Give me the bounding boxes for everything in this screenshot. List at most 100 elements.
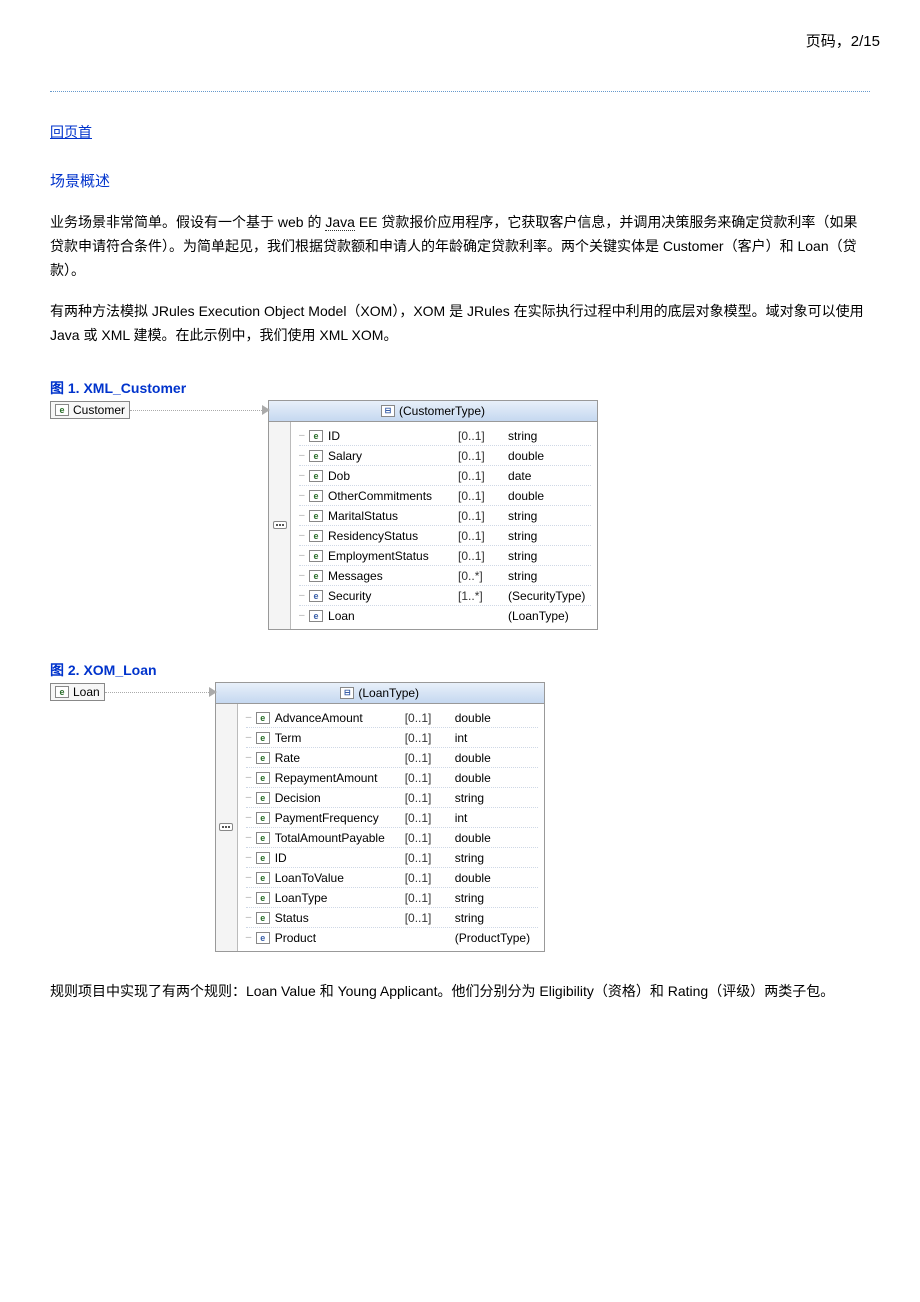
element-icon: e: [256, 732, 270, 744]
tree-branch-icon: –: [299, 531, 309, 541]
tree-branch-icon: –: [246, 733, 256, 743]
tree-branch-icon: –: [246, 913, 256, 923]
content-area: 回页首 场景概述 业务场景非常简单。假设有一个基于 web 的 Java EE …: [0, 122, 920, 1004]
schema-field-row: –eStatus[0..1]string: [246, 908, 538, 928]
field-type: string: [508, 509, 591, 523]
tree-branch-icon: –: [246, 853, 256, 863]
element-icon: e: [55, 686, 69, 698]
schema-field-row: –eResidencyStatus[0..1]string: [299, 526, 591, 546]
element-icon: e: [309, 450, 323, 462]
field-cardinality: [0..1]: [405, 751, 455, 765]
field-name: TotalAmountPayable: [275, 831, 405, 845]
field-cardinality: [0..1]: [405, 731, 455, 745]
field-type: double: [508, 489, 591, 503]
field-cardinality: [0..1]: [405, 791, 455, 805]
schema-field-row: –eLoan(LoanType): [299, 606, 591, 625]
schema-field-row: –eOtherCommitments[0..1]double: [299, 486, 591, 506]
figure1-root-element: e Customer: [50, 401, 130, 419]
field-name: PaymentFrequency: [275, 811, 405, 825]
section-heading: 场景概述: [50, 170, 870, 191]
tree-branch-icon: –: [246, 873, 256, 883]
figure2-type-header: ⊟ (LoanType): [216, 683, 544, 704]
field-name: MaritalStatus: [328, 509, 458, 523]
field-name: Dob: [328, 469, 458, 483]
schema-field-row: –e MaritalStatus[0..1]string: [299, 506, 591, 526]
figure2-diagram: e Loan ⊟ (LoanType) –eAdvanceAmount[0..1…: [50, 682, 870, 952]
element-icon: e: [256, 872, 270, 884]
schema-field-row: –eMessages[0..*]string: [299, 566, 591, 586]
element-icon: e: [256, 912, 270, 924]
schema-field-row: –eSecurity[1..*](SecurityType): [299, 586, 591, 606]
element-icon: e: [256, 792, 270, 804]
type-icon: ⊟: [340, 687, 354, 699]
field-cardinality: [0..1]: [405, 811, 455, 825]
field-type: double: [455, 831, 538, 845]
figure2-type-table: ⊟ (LoanType) –eAdvanceAmount[0..1]double…: [215, 682, 545, 952]
field-name: AdvanceAmount: [275, 711, 405, 725]
field-cardinality: [0..1]: [405, 911, 455, 925]
schema-field-row: –eTerm[0..1]int: [246, 728, 538, 748]
field-type: double: [455, 771, 538, 785]
element-icon: e: [55, 404, 69, 416]
schema-field-row: –eRepaymentAmount[0..1]double: [246, 768, 538, 788]
tree-branch-icon: –: [299, 551, 309, 561]
field-name: RepaymentAmount: [275, 771, 405, 785]
tree-branch-icon: –: [299, 591, 309, 601]
field-name: LoanType: [275, 891, 405, 905]
element-icon: e: [309, 550, 323, 562]
element-icon: e: [256, 892, 270, 904]
element-icon: e: [309, 490, 323, 502]
element-icon: e: [256, 832, 270, 844]
field-type: (SecurityType): [508, 589, 591, 603]
tree-branch-icon: –: [246, 933, 256, 943]
field-type: int: [455, 811, 538, 825]
field-cardinality: [0..1]: [405, 871, 455, 885]
schema-field-row: –eDob[0..1]date: [299, 466, 591, 486]
field-name: Security: [328, 589, 458, 603]
element-icon: e: [256, 712, 270, 724]
tree-branch-icon: –: [246, 893, 256, 903]
tree-branch-icon: –: [246, 793, 256, 803]
figure2-caption: 图 2. XOM_Loan: [50, 660, 870, 680]
field-cardinality: [0..1]: [405, 891, 455, 905]
field-name: Decision: [275, 791, 405, 805]
back-to-top-link[interactable]: 回页首: [50, 122, 92, 142]
field-type: double: [455, 751, 538, 765]
schema-field-row: –eEmploymentStatus[0..1]string: [299, 546, 591, 566]
paragraph-2: 有两种方法模拟 JRules Execution Object Model（XO…: [50, 300, 870, 348]
field-cardinality: [0..1]: [458, 549, 508, 563]
field-cardinality: [0..1]: [458, 509, 508, 523]
field-type: string: [508, 569, 591, 583]
schema-field-row: –eAdvanceAmount[0..1]double: [246, 708, 538, 728]
schema-field-row: –eDecision[0..1]string: [246, 788, 538, 808]
field-name: ID: [275, 851, 405, 865]
element-ref-icon: e: [256, 932, 270, 944]
element-icon: e: [256, 752, 270, 764]
field-type: string: [455, 851, 538, 865]
field-cardinality: [0..1]: [458, 469, 508, 483]
tree-branch-icon: –: [299, 471, 309, 481]
element-icon: e: [309, 530, 323, 542]
schema-field-row: –eSalary[0..1]double: [299, 446, 591, 466]
field-type: date: [508, 469, 591, 483]
field-cardinality: [0..1]: [405, 831, 455, 845]
element-icon: e: [309, 510, 323, 522]
field-name: Status: [275, 911, 405, 925]
tree-branch-icon: –: [299, 611, 309, 621]
schema-field-row: –eLoanType[0..1]string: [246, 888, 538, 908]
field-name: OtherCommitments: [328, 489, 458, 503]
field-type: string: [508, 549, 591, 563]
tree-branch-icon: –: [299, 571, 309, 581]
paragraph-1: 业务场景非常简单。假设有一个基于 web 的 Java EE 贷款报价应用程序，…: [50, 211, 870, 282]
schema-field-row: –e LoanToValue[0..1]double: [246, 868, 538, 888]
tree-branch-icon: –: [246, 753, 256, 763]
paragraph-3: 规则项目中实现了有两个规则：Loan Value 和 Young Applica…: [50, 980, 870, 1004]
tree-branch-icon: –: [246, 713, 256, 723]
tree-branch-icon: –: [299, 511, 309, 521]
figure2-type-name: (LoanType): [358, 686, 419, 700]
field-type: double: [455, 871, 538, 885]
field-cardinality: [0..1]: [458, 429, 508, 443]
field-name: LoanToValue: [275, 871, 405, 885]
divider: [50, 91, 870, 92]
tree-branch-icon: –: [246, 773, 256, 783]
